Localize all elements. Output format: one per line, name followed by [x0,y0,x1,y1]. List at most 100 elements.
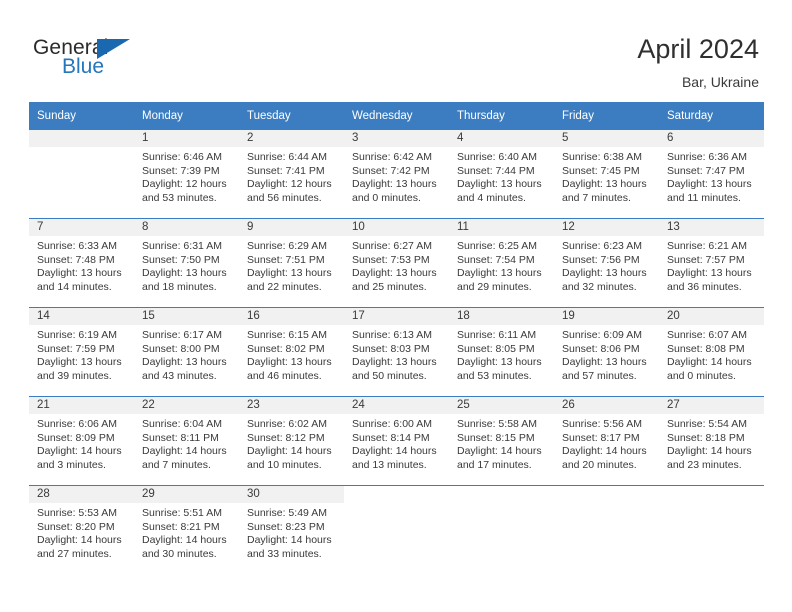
sunrise-text: Sunrise: 6:15 AM [247,329,327,341]
day-details: Sunrise: 6:04 AM Sunset: 8:11 PM Daylight:… [134,414,239,472]
day-details: Sunrise: 6:17 AM Sunset: 8:00 PM Daylight:… [134,325,239,383]
day-cell-inner: 28 Sunrise: 5:53 AM Sunset: 8:20 PM Dayligh… [29,486,134,574]
daylight-text: and 30 minutes. [142,547,217,560]
sunset-text: Sunset: 8:11 PM [142,431,219,444]
day-cell[interactable]: 11 Sunrise: 6:25 AM Sunset: 7:54 PM Dayligh… [449,218,554,308]
day-cell[interactable]: 8 Sunrise: 6:31 AM Sunset: 7:50 PM Daylight… [134,218,239,308]
day-cell[interactable]: 23 Sunrise: 6:02 AM Sunset: 8:12 PM Dayligh… [239,396,344,486]
day-details: Sunrise: 6:40 AM Sunset: 7:44 PM Daylight:… [449,147,554,205]
day-cell[interactable]: 4 Sunrise: 6:40 AM Sunset: 7:44 PM Daylight… [449,130,554,219]
column-header-friday: Friday [554,102,659,130]
daylight-text: Daylight: 13 hours [562,267,647,280]
day-cell-inner: 11 Sunrise: 6:25 AM Sunset: 7:54 PM Dayligh… [449,219,554,307]
daylight-text: Daylight: 13 hours [142,267,227,280]
day-cell-inner: 4 Sunrise: 6:40 AM Sunset: 7:44 PM Daylight… [449,130,554,218]
day-number: 28 [29,486,134,503]
day-cell[interactable]: 1 Sunrise: 6:46 AM Sunset: 7:39 PM Daylight… [134,130,239,219]
day-number: 18 [449,308,554,325]
day-cell-empty [29,130,134,219]
column-header-wednesday: Wednesday [344,102,449,130]
day-cell-inner [554,486,659,574]
day-cell[interactable]: 22 Sunrise: 6:04 AM Sunset: 8:11 PM Dayligh… [134,396,239,486]
day-cell[interactable]: 10 Sunrise: 6:27 AM Sunset: 7:53 PM Dayligh… [344,218,449,308]
day-details: Sunrise: 5:51 AM Sunset: 8:21 PM Daylight:… [134,503,239,561]
sunrise-text: Sunrise: 6:04 AM [142,418,222,430]
day-cell[interactable]: 5 Sunrise: 6:38 AM Sunset: 7:45 PM Daylight… [554,130,659,219]
day-cell[interactable]: 21 Sunrise: 6:06 AM Sunset: 8:09 PM Dayligh… [29,396,134,486]
day-details: Sunrise: 6:23 AM Sunset: 7:56 PM Daylight:… [554,236,659,294]
day-cell[interactable]: 12 Sunrise: 6:23 AM Sunset: 7:56 PM Dayligh… [554,218,659,308]
day-cell[interactable]: 17 Sunrise: 6:13 AM Sunset: 8:03 PM Dayligh… [344,307,449,397]
daylight-text: Daylight: 14 hours [37,534,122,547]
day-cell[interactable]: 18 Sunrise: 6:11 AM Sunset: 8:05 PM Dayligh… [449,307,554,397]
sunrise-text: Sunrise: 5:53 AM [37,507,117,519]
day-cell[interactable]: 29 Sunrise: 5:51 AM Sunset: 8:21 PM Dayligh… [134,485,239,574]
day-details: Sunrise: 6:31 AM Sunset: 7:50 PM Daylight:… [134,236,239,294]
sunset-text: Sunset: 7:50 PM [142,253,220,266]
sunset-text: Sunset: 7:56 PM [562,253,640,266]
day-details: Sunrise: 5:53 AM Sunset: 8:20 PM Daylight:… [29,503,134,561]
day-number: 25 [449,397,554,414]
day-cell[interactable]: 7 Sunrise: 6:33 AM Sunset: 7:48 PM Daylight… [29,218,134,308]
day-cell-inner: 12 Sunrise: 6:23 AM Sunset: 7:56 PM Dayligh… [554,219,659,307]
day-cell-inner: 13 Sunrise: 6:21 AM Sunset: 7:57 PM Dayligh… [659,219,764,307]
daylight-text: and 14 minutes. [37,280,112,293]
daylight-text: and 36 minutes. [667,280,742,293]
day-cell[interactable]: 9 Sunrise: 6:29 AM Sunset: 7:51 PM Daylight… [239,218,344,308]
page-subtitle: Bar, Ukraine [681,74,759,90]
daylight-text: Daylight: 13 hours [247,356,332,369]
daylight-text: Daylight: 13 hours [352,178,437,191]
day-cell[interactable]: 27 Sunrise: 5:54 AM Sunset: 8:18 PM Dayligh… [659,396,764,486]
sunrise-text: Sunrise: 6:19 AM [37,329,117,341]
sunset-text: Sunset: 7:42 PM [352,164,430,177]
calendar-week-row: 7 Sunrise: 6:33 AM Sunset: 7:48 PM Daylight… [29,218,764,308]
day-cell[interactable]: 2 Sunrise: 6:44 AM Sunset: 7:41 PM Daylight… [239,130,344,219]
sunrise-text: Sunrise: 6:06 AM [37,418,117,430]
day-cell-empty [344,485,449,574]
day-number: 15 [134,308,239,325]
day-cell[interactable]: 19 Sunrise: 6:09 AM Sunset: 8:06 PM Dayligh… [554,307,659,397]
sunrise-text: Sunrise: 6:00 AM [352,418,432,430]
day-cell[interactable]: 16 Sunrise: 6:15 AM Sunset: 8:02 PM Dayligh… [239,307,344,397]
sunrise-text: Sunrise: 6:27 AM [352,240,432,252]
daylight-text: and 50 minutes. [352,369,427,382]
day-details: Sunrise: 6:09 AM Sunset: 8:06 PM Daylight:… [554,325,659,383]
daylight-text: and 7 minutes. [562,191,631,204]
day-cell[interactable]: 14 Sunrise: 6:19 AM Sunset: 7:59 PM Dayligh… [29,307,134,397]
sunset-text: Sunset: 7:51 PM [247,253,325,266]
day-cell-inner: 15 Sunrise: 6:17 AM Sunset: 8:00 PM Dayligh… [134,308,239,396]
day-details: Sunrise: 6:07 AM Sunset: 8:08 PM Daylight:… [659,325,764,383]
day-cell[interactable]: 3 Sunrise: 6:42 AM Sunset: 7:42 PM Daylight… [344,130,449,219]
day-cell[interactable]: 13 Sunrise: 6:21 AM Sunset: 7:57 PM Dayligh… [659,218,764,308]
day-details: Sunrise: 6:00 AM Sunset: 8:14 PM Daylight:… [344,414,449,472]
column-header-sunday: Sunday [29,102,134,130]
sunset-text: Sunset: 7:45 PM [562,164,640,177]
sunset-text: Sunset: 7:39 PM [142,164,220,177]
day-number: 2 [239,130,344,147]
day-cell[interactable]: 30 Sunrise: 5:49 AM Sunset: 8:23 PM Dayligh… [239,485,344,574]
day-cell[interactable]: 20 Sunrise: 6:07 AM Sunset: 8:08 PM Dayligh… [659,307,764,397]
sunrise-text: Sunrise: 6:25 AM [457,240,537,252]
day-cell[interactable]: 24 Sunrise: 6:00 AM Sunset: 8:14 PM Dayligh… [344,396,449,486]
day-cell[interactable]: 26 Sunrise: 5:56 AM Sunset: 8:17 PM Dayligh… [554,396,659,486]
day-cell[interactable]: 15 Sunrise: 6:17 AM Sunset: 8:00 PM Dayligh… [134,307,239,397]
day-number [659,486,764,503]
day-cell-inner: 18 Sunrise: 6:11 AM Sunset: 8:05 PM Dayligh… [449,308,554,396]
daylight-text: and 33 minutes. [247,547,322,560]
day-cell[interactable]: 6 Sunrise: 6:36 AM Sunset: 7:47 PM Daylight… [659,130,764,219]
daylight-text: Daylight: 14 hours [37,445,122,458]
daylight-text: and 4 minutes. [457,191,526,204]
day-cell-inner: 5 Sunrise: 6:38 AM Sunset: 7:45 PM Daylight… [554,130,659,218]
calendar-week-row: 14 Sunrise: 6:19 AM Sunset: 7:59 PM Dayligh… [29,307,764,397]
brand-logo[interactable]: General Blue [33,36,233,84]
sunrise-text: Sunrise: 6:31 AM [142,240,222,252]
daylight-text: Daylight: 12 hours [247,178,332,191]
day-details: Sunrise: 5:56 AM Sunset: 8:17 PM Daylight:… [554,414,659,472]
day-details: Sunrise: 6:13 AM Sunset: 8:03 PM Daylight:… [344,325,449,383]
day-number [29,130,134,147]
day-cell[interactable]: 25 Sunrise: 5:58 AM Sunset: 8:15 PM Dayligh… [449,396,554,486]
day-cell[interactable]: 28 Sunrise: 5:53 AM Sunset: 8:20 PM Dayligh… [29,485,134,574]
daylight-text: Daylight: 13 hours [457,178,542,191]
daylight-text: Daylight: 13 hours [142,356,227,369]
daylight-text: and 25 minutes. [352,280,427,293]
